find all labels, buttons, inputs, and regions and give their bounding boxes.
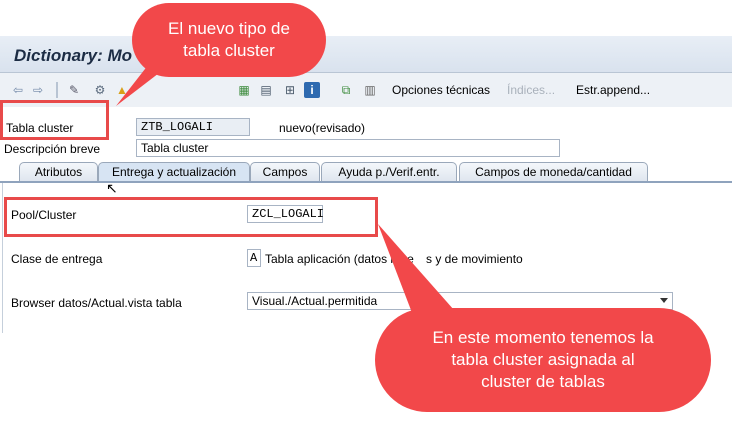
bottom-callout-pointer [378, 224, 454, 318]
top-callout: El nuevo tipo de tabla cluster [132, 3, 326, 77]
bottom-callout: En este momento tenemos la tabla cluster… [375, 308, 711, 412]
